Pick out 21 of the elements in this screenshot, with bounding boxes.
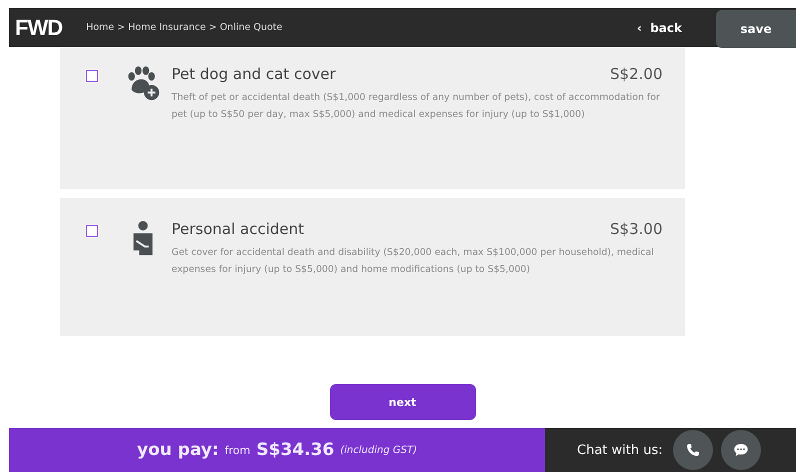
option-price: S$3.00: [610, 220, 662, 238]
gst-note: (including GST): [340, 444, 417, 456]
back-link[interactable]: ‹ back: [636, 20, 682, 34]
option-description: Get cover for accidental death and disability (S$20,000 each, max S$100,000 per household), medical expenses for injury (up to S$5,000) and home modifications (up to S$5,000): [172, 246, 655, 277]
save-button[interactable]: save: [716, 10, 796, 48]
checkbox[interactable]: [86, 70, 98, 82]
total-price: S$34.36: [256, 440, 334, 460]
option-title: Pet dog and cat cover: [172, 65, 336, 83]
message-button[interactable]: [720, 430, 761, 470]
option-title: Personal accident: [172, 220, 304, 238]
breadcrumb: Home > Home Insurance > Online Quote: [86, 22, 282, 33]
chat-label: Chat with us:: [577, 442, 663, 458]
pay-label: you pay:: [137, 440, 219, 460]
phone-button[interactable]: [672, 430, 713, 470]
next-button[interactable]: next: [330, 384, 476, 420]
from-label: from: [224, 444, 250, 456]
phone-icon: [684, 442, 701, 458]
logo[interactable]: FWD: [15, 14, 62, 40]
option-description: Theft of pet or accidental death (S$1,000 regardless of any number of pets), cost of accommodation for pet (up to S$50 per day, max S$5,000) and medical expenses for injury (up to S$1,000): [172, 91, 661, 122]
option-price: S$2.00: [610, 65, 662, 83]
checkbox[interactable]: [86, 225, 98, 237]
